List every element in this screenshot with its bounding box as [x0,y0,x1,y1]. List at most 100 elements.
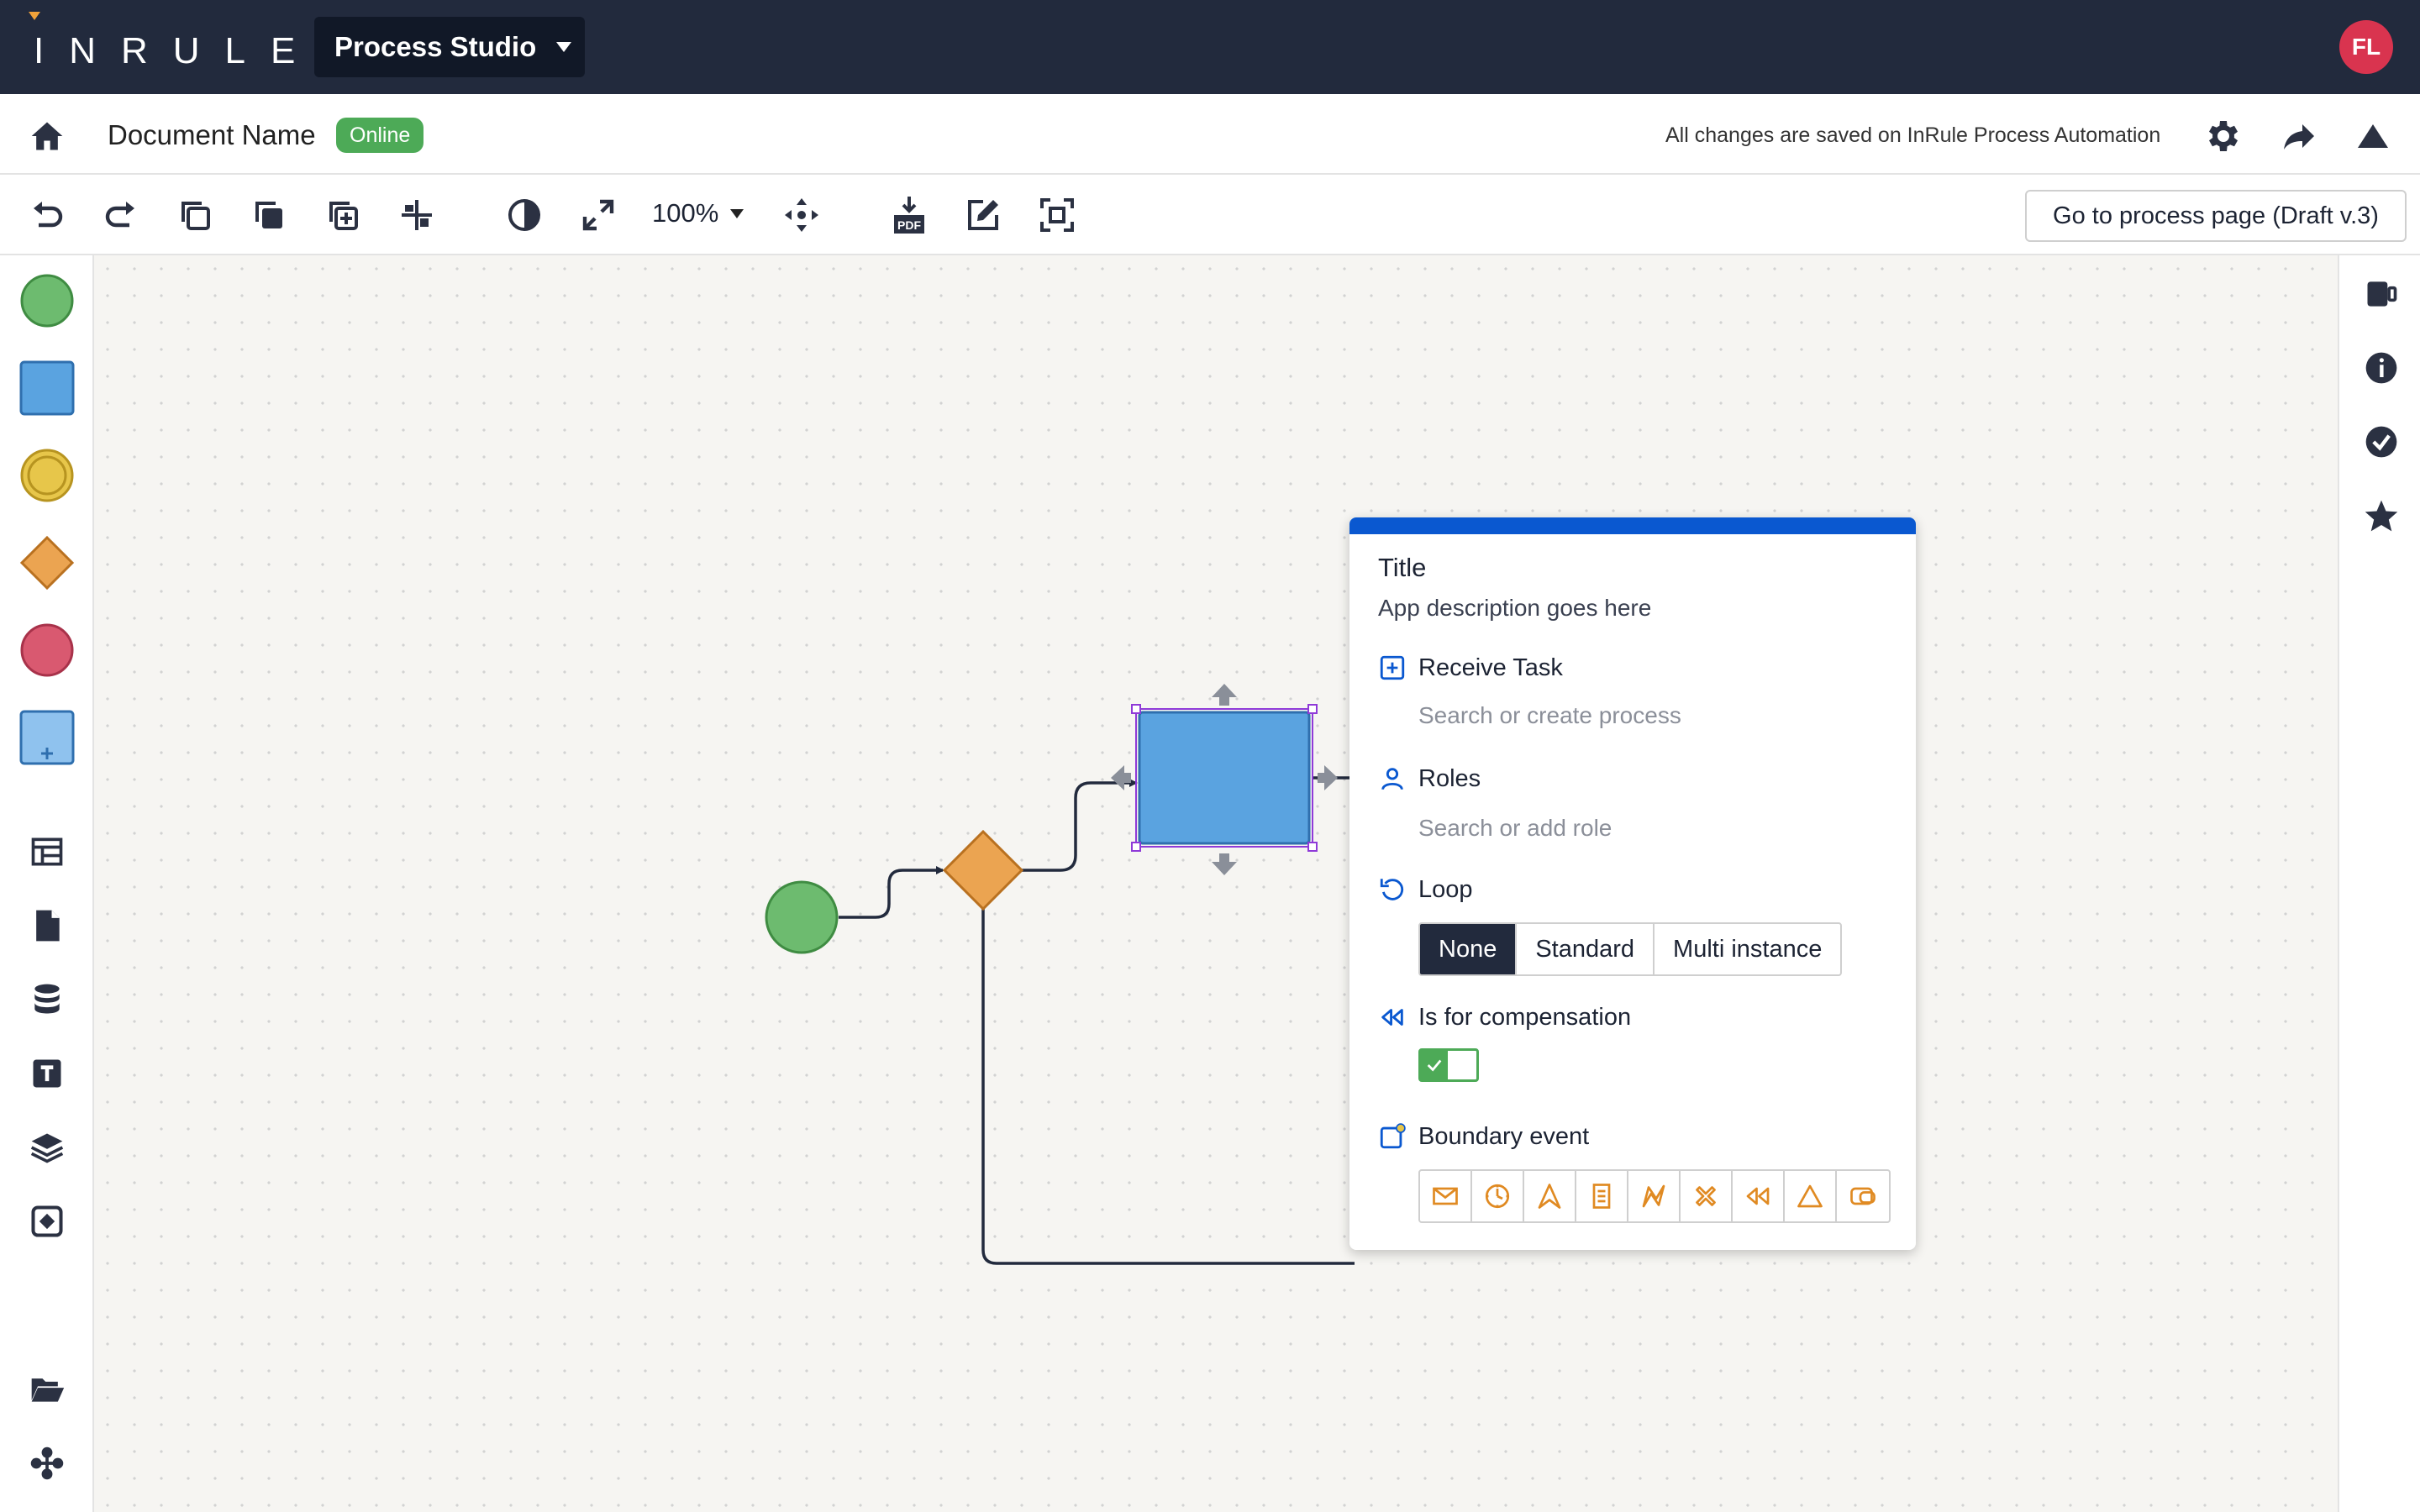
process-diagram [765,684,1355,1265]
error-icon [1642,1184,1665,1208]
add-copy-icon[interactable] [323,195,363,235]
message-event-button[interactable] [1420,1171,1472,1221]
diagram-canvas[interactable]: Title App description goes here Receive … [94,255,2338,1512]
cancel-icon [1696,1186,1716,1206]
edit-icon[interactable] [963,195,1003,235]
loop-segmented-control: None Standard Multi instance [1418,922,1843,976]
app-switcher-dropdown[interactable]: Process Studio [314,17,585,77]
intermediate-event-shape[interactable] [18,447,76,504]
panel-title[interactable]: Title [1378,553,1426,583]
timer-icon [1485,1184,1510,1209]
roles-search-input[interactable] [1418,808,1889,848]
redo-icon[interactable] [101,195,141,235]
flow-start-to-gateway[interactable] [839,866,944,919]
layers-icon[interactable] [29,1129,66,1166]
gateway-shape[interactable] [18,534,76,591]
cancel-event-button[interactable] [1681,1171,1733,1221]
compensation-event-button[interactable] [1733,1171,1785,1221]
right-sidebar [2338,255,2420,1512]
status-badge: Online [336,118,424,153]
flow-gateway-to-task[interactable] [1022,779,1138,872]
folder-open-icon[interactable] [29,1371,66,1408]
receive-task-icon [1380,655,1405,680]
fit-selection-icon[interactable] [1037,195,1077,235]
pdf-download-icon[interactable]: PDF [889,195,929,235]
caret-down-icon [730,208,744,218]
user-icon [1381,768,1403,790]
task-node[interactable] [1138,711,1311,845]
loop-icon [1380,879,1404,900]
timer-event-button[interactable] [1472,1171,1524,1221]
boundary-event-picker [1418,1169,1891,1223]
top-bar: INRULE Process Studio FL [0,0,2420,94]
compensation-icon [1381,1009,1403,1026]
caret-down-icon [556,42,572,52]
integration-icon[interactable] [29,1445,66,1482]
copy-icon[interactable] [175,195,215,235]
compensation-icon [1746,1187,1770,1205]
error-event-button[interactable] [1628,1171,1681,1221]
flow-gateway-down[interactable] [981,907,1355,1265]
zoom-dropdown[interactable]: 100% [652,198,744,228]
panel-icon[interactable] [2363,276,2400,312]
editor-toolbar: 100% PDF Go to process page (Draft v.3) [0,175,2420,255]
save-status-text: All changes are saved on InRule Process … [1665,123,2161,147]
document-bar: Document Name Online All changes are sav… [0,94,2420,175]
conditional-event-button[interactable] [1576,1171,1628,1221]
escalation-icon [1538,1184,1561,1209]
component-icon[interactable] [29,1203,66,1240]
end-event-shape[interactable] [18,622,76,679]
user-avatar[interactable]: FL [2339,20,2393,74]
boundary-event-icon [1380,1123,1406,1149]
go-to-process-page-button[interactable]: Go to process page (Draft v.3) [2025,190,2407,242]
task-type-row[interactable]: Receive Task [1378,654,1563,682]
star-icon[interactable] [2363,497,2400,534]
boundary-event-row: Boundary event [1378,1122,1589,1151]
start-event-node[interactable] [765,880,839,954]
start-event-shape[interactable] [18,272,76,329]
message-icon [1433,1187,1458,1205]
expand-icon[interactable] [578,195,618,235]
align-icon[interactable] [397,195,437,235]
boundary-event-label: Boundary event [1418,1122,1590,1150]
panel-header-bar [1349,517,1916,534]
table-icon[interactable] [29,833,66,870]
gear-icon[interactable] [2203,116,2244,156]
app-switcher-label: Process Studio [334,31,537,62]
document-name[interactable]: Document Name [108,119,316,151]
check-circle-icon[interactable] [2363,423,2400,460]
document-icon[interactable] [29,907,66,944]
text-icon[interactable] [29,1055,66,1092]
home-icon[interactable] [29,118,66,155]
move-icon[interactable] [781,195,822,235]
loop-option-standard[interactable]: Standard [1517,924,1655,974]
database-icon[interactable] [29,981,66,1018]
task-type-label: Receive Task [1418,654,1563,681]
multiple-event-button[interactable] [1837,1171,1889,1221]
info-icon[interactable] [2363,349,2400,386]
collapse-up-icon[interactable] [2353,116,2393,156]
zoom-level: 100% [652,198,719,228]
process-search-input[interactable] [1418,696,1889,736]
task-shape[interactable] [18,360,76,417]
duplicate-icon[interactable] [249,195,289,235]
logo-accent-icon [29,12,40,20]
compensation-row: Is for compensation [1378,1003,1631,1032]
shape-palette [0,255,94,1512]
app-logo[interactable]: INRULE [34,30,320,72]
escalation-event-button[interactable] [1524,1171,1576,1221]
loop-option-multi-instance[interactable]: Multi instance [1655,924,1840,974]
loop-label: Loop [1418,875,1473,903]
share-icon[interactable] [2279,116,2319,156]
undo-icon[interactable] [27,195,67,235]
gateway-node[interactable] [942,829,1024,911]
conditional-icon [1592,1184,1611,1209]
subprocess-shape[interactable] [18,709,76,766]
loop-option-none[interactable]: None [1420,924,1518,974]
panel-description[interactable]: App description goes here [1378,595,1651,622]
signal-event-button[interactable] [1785,1171,1837,1221]
roles-row: Roles [1378,764,1481,793]
compensation-toggle[interactable] [1418,1048,1479,1082]
contrast-icon[interactable] [504,195,544,235]
roles-label: Roles [1418,764,1481,792]
